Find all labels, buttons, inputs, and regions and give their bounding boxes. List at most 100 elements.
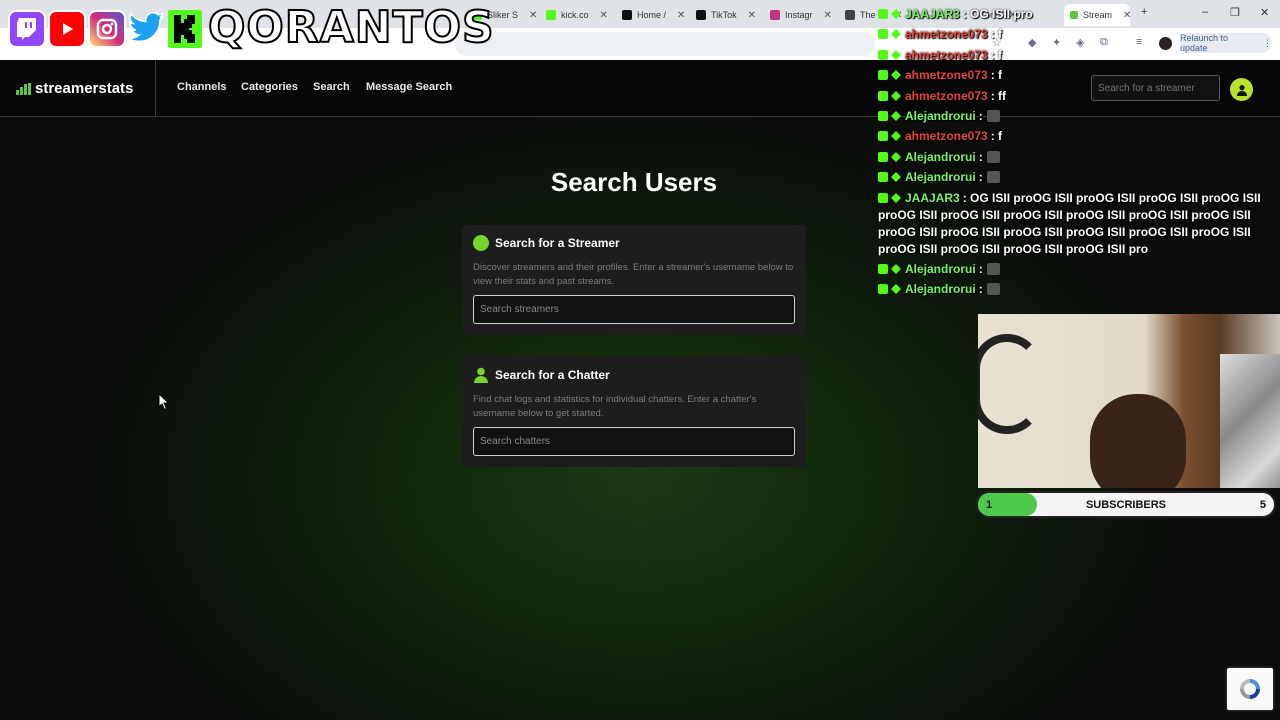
subscriber-goal-bar: 1 SUBSCRIBERS 5 xyxy=(976,491,1276,518)
diamond-badge-icon xyxy=(891,172,901,183)
chat-text: : f xyxy=(990,27,1003,42)
chat-username: Alejandrorui xyxy=(905,149,976,164)
diamond-badge-icon xyxy=(891,90,901,101)
chat-emote-icon xyxy=(986,150,1000,163)
kick-badge-icon xyxy=(878,110,888,121)
chat-text: : f xyxy=(990,68,1003,83)
diamond-badge-icon xyxy=(891,111,901,121)
chat-message: Alejandrorui: xyxy=(878,149,1274,166)
kick-badge-icon xyxy=(878,284,888,295)
tab-label: kick.co xyxy=(561,10,589,20)
close-icon[interactable]: ✕ xyxy=(824,10,832,21)
chat-message: Alejandrorui: xyxy=(878,108,1274,125)
chat-text: : xyxy=(978,108,983,123)
nav-message-search[interactable]: Message Search xyxy=(366,81,452,93)
close-icon[interactable]: ✕ xyxy=(748,10,756,21)
diamond-badge-icon xyxy=(891,9,901,19)
card-title-text: Search for a Streamer xyxy=(495,236,620,250)
nav-categories[interactable]: Categories xyxy=(241,81,298,93)
chat-text: : xyxy=(978,149,983,164)
chat-username: ahmetzone073 xyxy=(905,47,988,62)
kick-badge-icon xyxy=(878,192,888,203)
kick-badge-icon xyxy=(878,29,888,40)
tab-favicon-icon xyxy=(696,10,706,20)
kick-icon xyxy=(168,10,202,48)
browser-tab[interactable]: TikTok ✕ xyxy=(696,4,756,26)
chat-username: JAAJAR3 xyxy=(905,7,960,21)
chat-text: : ff xyxy=(990,88,1007,103)
nav-channels[interactable]: Channels xyxy=(177,81,227,93)
browser-tab[interactable]: Instagr ✕ xyxy=(770,4,832,26)
address-bar[interactable] xyxy=(455,32,875,56)
kick-badge-icon xyxy=(878,151,888,162)
chat-emote-icon xyxy=(986,283,1000,296)
headphones-prop xyxy=(978,334,1042,434)
tab-favicon-icon xyxy=(546,10,556,20)
channel-brand-text: QORANTOS xyxy=(207,1,495,54)
chat-text: : OG ISII pro xyxy=(962,7,1033,21)
youtube-icon xyxy=(48,10,86,48)
kick-badge-icon xyxy=(878,263,888,274)
close-icon[interactable]: ✕ xyxy=(529,10,537,21)
tab-favicon-icon xyxy=(622,10,632,20)
kick-badge-icon xyxy=(878,9,888,19)
screen: Sliker S ✕ kick.co ✕ Home / ✕ TikTok ✕ Instagr ✕ T… xyxy=(0,0,1280,720)
card-title-text: Search for a Chatter xyxy=(495,368,610,382)
card-description: Discover streamers and their profiles. E… xyxy=(473,262,794,287)
social-icons xyxy=(8,3,202,55)
chat-message: Alejandrorui: xyxy=(878,169,1274,186)
chat-text: : xyxy=(978,170,983,185)
close-icon[interactable]: ✕ xyxy=(600,10,608,21)
nav-divider xyxy=(155,60,156,117)
diamond-badge-icon xyxy=(891,192,901,203)
recaptcha-icon xyxy=(1240,679,1260,699)
streamer-search-card: Search for a Streamer Discover streamers… xyxy=(462,225,806,335)
chatter-search-card: Search for a Chatter Find chat logs and … xyxy=(462,357,806,467)
streamerstats-logo[interactable]: streamerstats xyxy=(16,80,133,97)
chat-message: ahmetzone073: f xyxy=(878,26,1274,43)
kick-badge-icon xyxy=(878,70,888,81)
instagram-icon xyxy=(88,10,126,48)
recaptcha-badge[interactable] xyxy=(1227,668,1273,710)
nav-search[interactable]: Search xyxy=(313,81,350,93)
chat-username: ahmetzone073 xyxy=(905,27,988,42)
chat-message: ahmetzone073: f xyxy=(878,67,1274,84)
card-description: Find chat logs and statistics for indivi… xyxy=(473,394,757,419)
subscriber-goal: 5 xyxy=(1259,499,1266,511)
search-streamers-input[interactable] xyxy=(473,295,795,324)
diamond-badge-icon xyxy=(891,70,901,81)
kick-badge-icon xyxy=(878,49,888,60)
diamond-badge-icon xyxy=(891,29,901,40)
mouse-cursor-icon xyxy=(158,393,170,411)
browser-tab[interactable]: Home / ✕ xyxy=(622,4,685,26)
streamer-status-icon xyxy=(473,235,489,251)
chat-username: ahmetzone073 xyxy=(905,88,988,103)
person-icon xyxy=(474,367,488,383)
twitch-icon xyxy=(8,10,46,48)
chat-text: : f xyxy=(990,47,1003,62)
close-icon[interactable]: ✕ xyxy=(677,10,685,21)
kick-badge-icon xyxy=(878,90,888,101)
tab-label: Home / xyxy=(637,10,667,20)
diamond-badge-icon xyxy=(891,49,901,60)
hoodie-backdrop xyxy=(1220,354,1280,488)
twitter-icon xyxy=(128,10,166,48)
tab-favicon-icon xyxy=(845,10,855,20)
chat-username: ahmetzone073 xyxy=(905,129,988,144)
tab-label: TikTok xyxy=(711,10,737,20)
bar-chart-icon xyxy=(16,82,31,95)
chat-message: ahmetzone073: f xyxy=(878,47,1274,64)
kick-badge-icon xyxy=(878,172,888,183)
webcam-feed xyxy=(978,314,1280,488)
chat-message: JAAJAR3: OG ISII proOG ISII proOG ISII p… xyxy=(878,190,1274,258)
chat-username: ahmetzone073 xyxy=(905,68,988,83)
chat-message: Alejandrorui: xyxy=(878,281,1274,298)
chat-message: ahmetzone073: f xyxy=(878,128,1274,145)
tab-label: Instagr xyxy=(785,10,813,20)
chat-overlay: JAAJAR3: OG ISII pro ahmetzone073: f ahmet… xyxy=(878,6,1274,302)
browser-tab[interactable]: kick.co ✕ xyxy=(546,4,608,26)
chat-username: Alejandrorui xyxy=(905,282,976,297)
tab-favicon-icon xyxy=(770,10,780,20)
subscriber-label: SUBSCRIBERS xyxy=(1085,499,1167,511)
search-chatters-input[interactable] xyxy=(473,427,795,456)
